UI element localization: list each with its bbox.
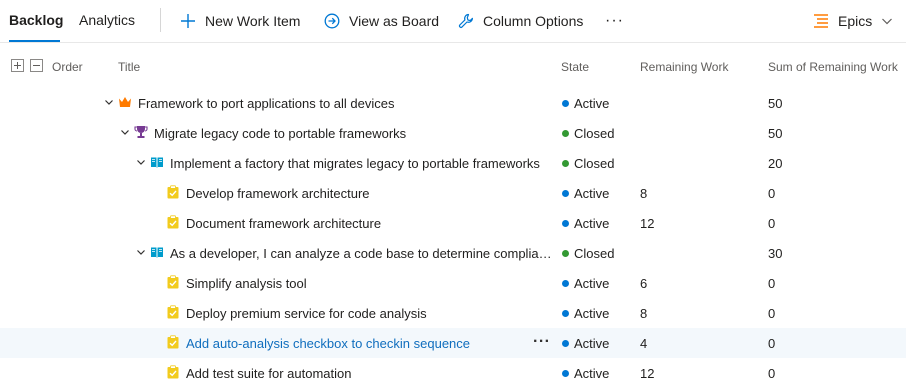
row-more-actions-button[interactable]: ··· (533, 333, 550, 351)
sum-remaining-work-value: 0 (768, 306, 776, 321)
backlog-level-label: Epics (838, 13, 873, 29)
chevron-down-icon[interactable] (135, 245, 147, 259)
work-item-title[interactable]: Document framework architecture (186, 216, 381, 231)
toolbar-divider (160, 8, 161, 32)
work-item-title[interactable]: Add test suite for automation (186, 366, 351, 381)
backlog-row[interactable]: Add auto-analysis checkbox to checkin se… (0, 328, 906, 358)
expand-all-button[interactable] (11, 59, 24, 72)
sum-remaining-work-value: 0 (768, 336, 776, 351)
backlog-levels-icon (814, 14, 828, 28)
sum-remaining-work-value: 50 (768, 126, 783, 141)
task-icon (166, 305, 180, 319)
remaining-work-value: 12 (640, 216, 655, 231)
state-indicator-dot (562, 190, 569, 197)
backlog-toolbar: Backlog Analytics New Work Item View as … (0, 0, 906, 43)
chevron-down-icon[interactable] (103, 95, 115, 109)
work-item-title[interactable]: Deploy premium service for code analysis (186, 306, 427, 321)
state-value: Active (574, 336, 610, 351)
backlog-level-selector[interactable]: Epics (813, 9, 893, 33)
backlog-row[interactable]: Deploy premium service for code analysis… (0, 298, 906, 328)
chevron-down-icon[interactable] (135, 155, 147, 169)
view-as-board-button[interactable]: View as Board (324, 9, 439, 33)
state-value: Active (574, 306, 610, 321)
plus-icon (181, 14, 195, 28)
column-header-remaining-work[interactable]: Remaining Work (640, 60, 728, 74)
remaining-work-value: 4 (640, 336, 648, 351)
state-value: Active (574, 366, 610, 381)
backlog-row[interactable]: Add test suite for automation Active 12 0 (0, 358, 906, 386)
chevron-down-icon[interactable] (119, 125, 131, 139)
collapse-all-button[interactable] (30, 59, 43, 72)
selected-tab-indicator (9, 40, 60, 42)
work-item-title[interactable]: Migrate legacy code to portable framewor… (154, 126, 406, 141)
remaining-work-value: 6 (640, 276, 648, 291)
backlog-row[interactable]: Document framework architecture Active 12 0 (0, 208, 906, 238)
backlog-row[interactable]: Migrate legacy code to portable framewor… (0, 118, 906, 148)
task-icon (166, 335, 180, 349)
column-header-order[interactable]: Order (52, 60, 83, 74)
remaining-work-value: 8 (640, 186, 648, 201)
backlog-row[interactable]: Develop framework architecture Active 8 0 (0, 178, 906, 208)
column-header-title[interactable]: Title (118, 60, 140, 74)
state-value: Closed (574, 156, 615, 171)
arrow-circle-right-icon (324, 13, 340, 29)
plus-icon-v (17, 62, 18, 69)
task-icon (166, 365, 180, 379)
task-icon (166, 275, 180, 289)
state-indicator-dot (562, 310, 569, 317)
remaining-work-value: 8 (640, 306, 648, 321)
state-indicator-dot (562, 250, 569, 257)
story-icon (150, 155, 164, 169)
more-actions-button[interactable]: ··· (605, 9, 624, 33)
minus-icon (33, 65, 40, 66)
tab-analytics[interactable]: Analytics (79, 12, 135, 28)
sum-remaining-work-value: 50 (768, 96, 783, 111)
state-value: Active (574, 186, 610, 201)
new-work-item-label: New Work Item (205, 13, 301, 29)
work-item-title[interactable]: Simplify analysis tool (186, 276, 307, 291)
backlog-row[interactable]: Implement a factory that migrates legacy… (0, 148, 906, 178)
state-indicator-dot (562, 370, 569, 377)
task-icon (166, 185, 180, 199)
state-value: Active (574, 276, 610, 291)
story-icon (150, 245, 164, 259)
new-work-item-button[interactable]: New Work Item (180, 9, 300, 33)
state-indicator-dot (562, 340, 569, 347)
epic-icon (118, 95, 132, 109)
backlog-row[interactable]: Simplify analysis tool Active 6 0 (0, 268, 906, 298)
state-indicator-dot (562, 220, 569, 227)
state-value: Closed (574, 126, 615, 141)
wrench-icon (458, 13, 473, 28)
backlog-row[interactable]: As a developer, I can analyze a code bas… (0, 238, 906, 268)
work-item-title[interactable]: As a developer, I can analyze a code bas… (170, 246, 552, 261)
sum-remaining-work-value: 0 (768, 276, 776, 291)
state-indicator-dot (562, 130, 569, 137)
column-header-sum-remaining-work[interactable]: Sum of Remaining Work (768, 60, 898, 74)
state-value: Active (574, 96, 610, 111)
column-options-label: Column Options (483, 13, 584, 29)
remaining-work-value: 12 (640, 366, 655, 381)
state-indicator-dot (562, 100, 569, 107)
tab-backlog[interactable]: Backlog (9, 12, 63, 28)
chevron-down-icon (882, 18, 893, 25)
task-icon (166, 215, 180, 229)
sum-remaining-work-value: 20 (768, 156, 783, 171)
sum-remaining-work-value: 0 (768, 366, 776, 381)
view-as-board-label: View as Board (349, 13, 440, 29)
state-value: Closed (574, 246, 615, 261)
sum-remaining-work-value: 0 (768, 186, 776, 201)
backlog-row[interactable]: Framework to port applications to all de… (0, 88, 906, 118)
work-item-title[interactable]: Implement a factory that migrates legacy… (170, 156, 540, 171)
state-value: Active (574, 216, 610, 231)
sum-remaining-work-value: 0 (768, 216, 776, 231)
work-item-title[interactable]: Develop framework architecture (186, 186, 370, 201)
state-indicator-dot (562, 160, 569, 167)
column-options-button[interactable]: Column Options (458, 9, 583, 33)
state-indicator-dot (562, 280, 569, 287)
work-item-title[interactable]: Framework to port applications to all de… (138, 96, 395, 111)
feature-icon (134, 125, 148, 139)
work-item-title[interactable]: Add auto-analysis checkbox to checkin se… (186, 336, 470, 351)
column-header-state[interactable]: State (561, 60, 589, 74)
sum-remaining-work-value: 30 (768, 246, 783, 261)
